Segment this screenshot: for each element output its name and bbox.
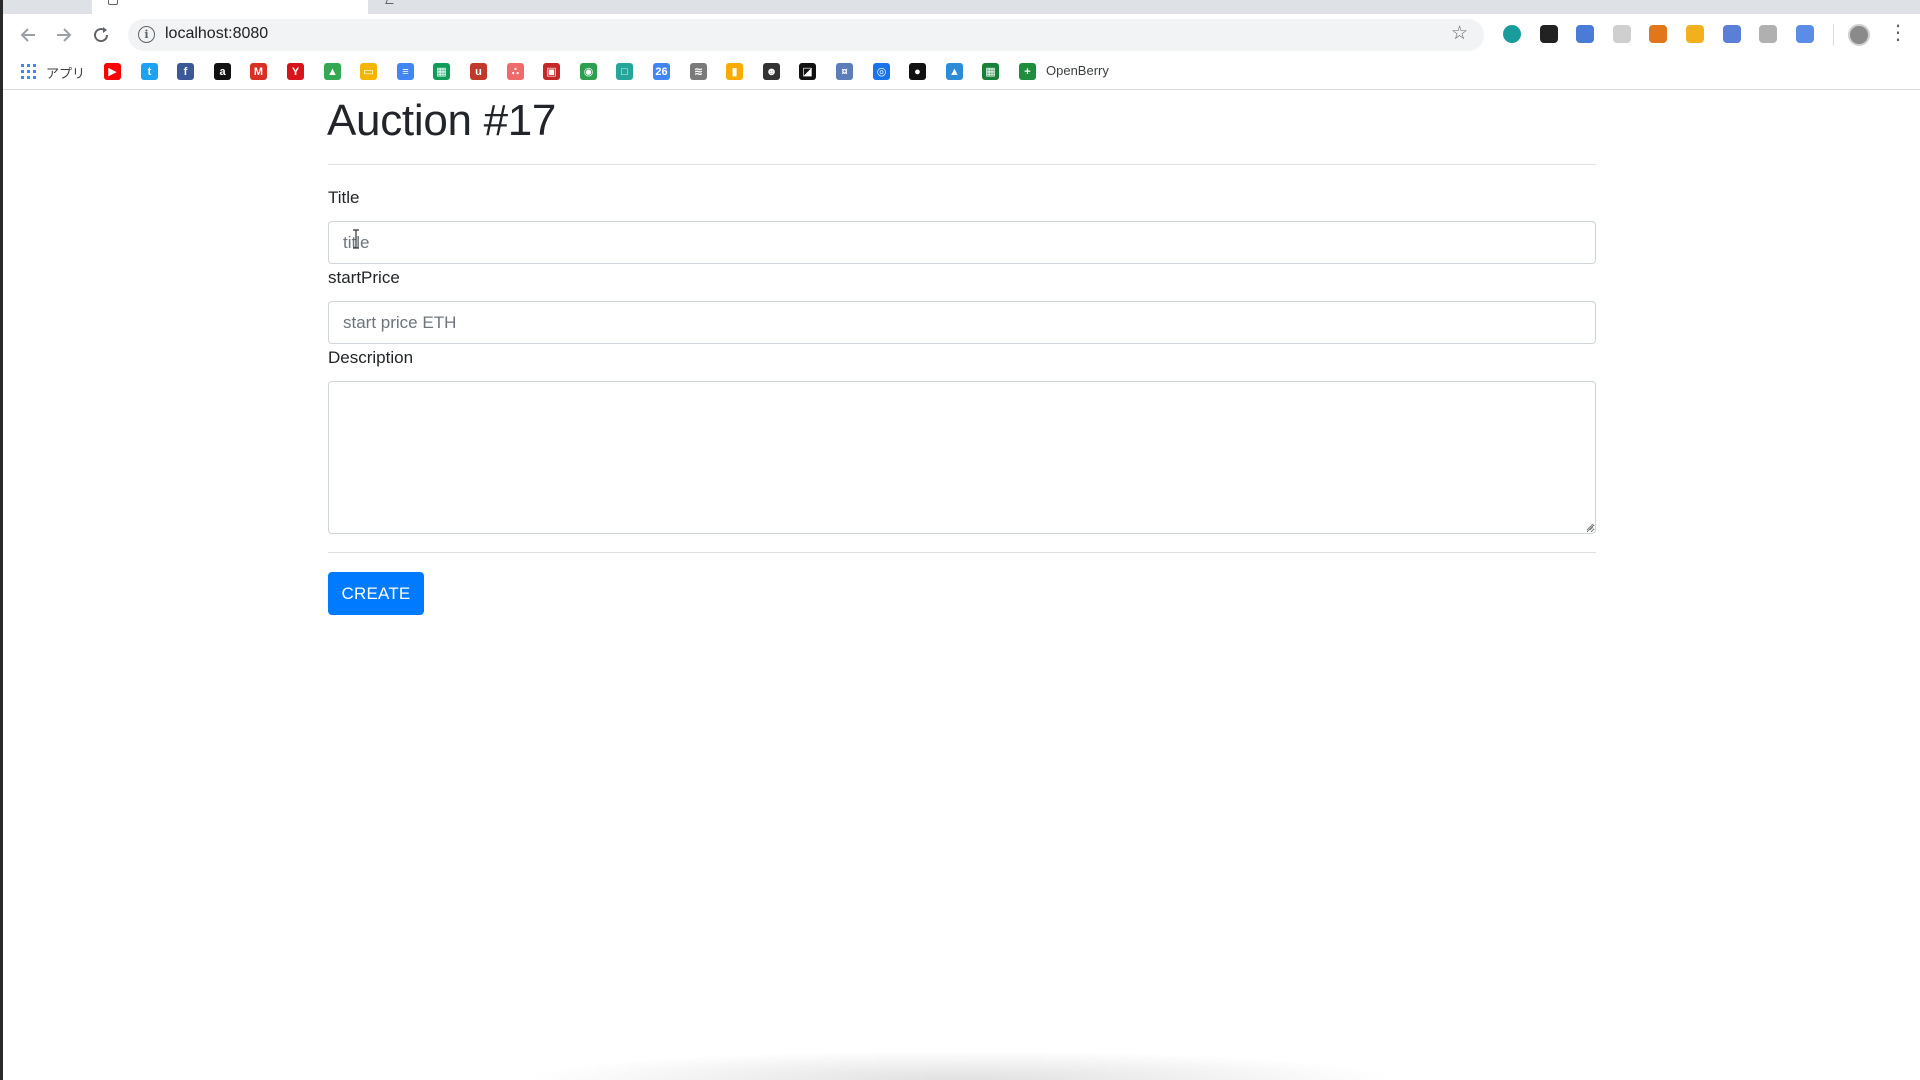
bookmark-star-icon[interactable]: ☆ [1451,22,1468,45]
github-icon[interactable]: ● [909,63,926,80]
apps-label[interactable]: アプリ [46,63,85,82]
tab-active[interactable] [92,0,368,14]
twitter-icon[interactable]: t [141,63,158,80]
address-bar[interactable] [128,19,1484,51]
back-icon[interactable] [14,21,42,49]
blue-ring-icon[interactable]: ◎ [873,63,890,80]
title-label: Title [328,188,360,207]
analytics-icon[interactable]: ▮ [726,63,743,80]
page-title: Auction #17 [327,96,557,145]
udemy-icon[interactable]: u [470,63,487,80]
green-circle-icon[interactable]: ◉ [580,63,597,80]
openberry-plus-icon[interactable]: + [1019,63,1036,80]
youtube-icon[interactable]: ▶ [104,63,121,80]
apps-grid-icon[interactable] [21,64,36,79]
reload-icon[interactable] [87,21,115,49]
teal-circle-extension-icon[interactable] [1503,25,1521,43]
metamask-extension-icon[interactable] [1649,25,1667,43]
google-calendar-icon[interactable]: 26 [653,63,670,80]
translate-extension-icon[interactable] [1576,25,1594,43]
google-slides-icon[interactable]: ▭ [360,63,377,80]
browser-menu-icon[interactable]: ⋮ [1888,23,1908,43]
amazon-icon[interactable]: a [214,63,231,80]
wifi-app-icon[interactable]: ≋ [690,63,707,80]
bottom-shadow [520,1050,1400,1080]
toolbar-separator [1833,24,1834,46]
forward-icon[interactable] [50,21,78,49]
url-text[interactable]: localhost:8080 [165,25,268,43]
chat-extension-icon[interactable] [1613,25,1631,43]
site-info-icon[interactable]: i [138,26,155,43]
title-divider [328,164,1596,165]
teal-app-icon[interactable]: □ [616,63,633,80]
black-frame-icon[interactable]: ◪ [799,63,816,80]
google-docs-icon[interactable]: ≡ [397,63,414,80]
w-extension-icon[interactable] [1686,25,1704,43]
title-input[interactable] [328,221,1596,264]
description-label: Description [328,348,414,367]
window-left-edge [0,0,3,1080]
profile-avatar[interactable] [1848,24,1870,46]
yahoo-icon[interactable]: Y [287,63,304,80]
tab-close-icon[interactable] [385,0,395,4]
description-textarea[interactable] [328,381,1596,534]
tab-favicon-icon [108,0,118,5]
green-sheet-icon[interactable]: ▦ [982,63,999,80]
image-app-icon[interactable]: ▲ [946,63,963,80]
mascot-icon[interactable]: ☻ [763,63,780,80]
gmail-icon[interactable]: M [250,63,267,80]
google-drive-icon[interactable]: ▲ [324,63,341,80]
asana-icon[interactable]: ∴ [507,63,524,80]
form-divider [328,552,1596,553]
red-app-icon[interactable]: ▣ [543,63,560,80]
cloud-extension-icon[interactable] [1759,25,1777,43]
blue-text-app-icon[interactable]: ¤ [836,63,853,80]
facebook-icon[interactable]: f [177,63,194,80]
bookmark-openberry-label[interactable]: OpenBerry [1046,63,1109,78]
start-price-input[interactable] [328,301,1596,344]
feather-extension-icon[interactable] [1796,25,1814,43]
blue-circle-extension-icon[interactable] [1723,25,1741,43]
start-price-label: startPrice [328,268,400,287]
square-frame-extension-icon[interactable] [1540,25,1558,43]
resize-grip-icon[interactable] [1585,522,1594,531]
google-sheets-icon[interactable]: ▦ [433,63,450,80]
create-button[interactable]: CREATE [328,572,424,615]
text-cursor-icon [353,229,359,249]
